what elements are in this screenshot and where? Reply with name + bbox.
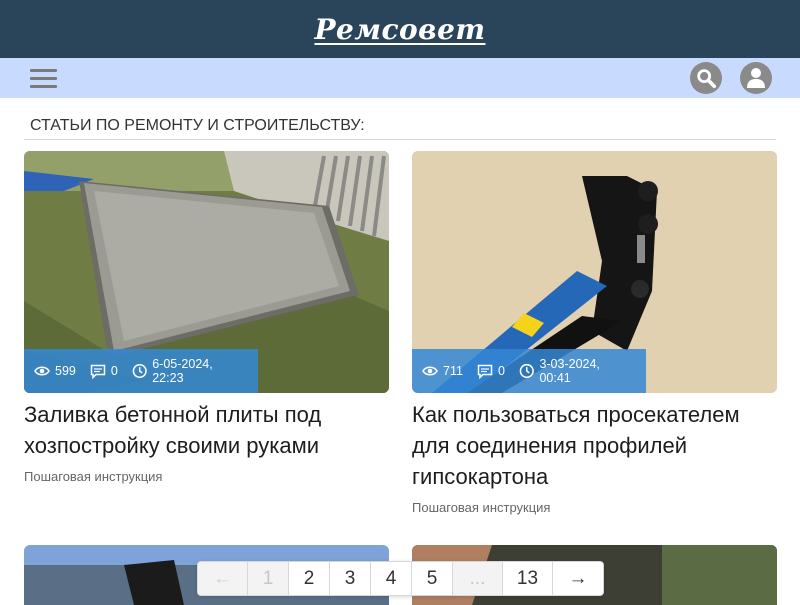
eye-icon xyxy=(422,366,438,376)
page-4[interactable]: 4 xyxy=(371,562,412,595)
comments-count: 0 xyxy=(110,364,118,378)
search-icon xyxy=(697,69,717,89)
eye-icon xyxy=(34,366,50,376)
article-card: 599 0 6-05-2024, 22:23 Заливка бетонной … xyxy=(24,151,389,484)
article-category[interactable]: Пошаговая инструкция xyxy=(24,469,389,484)
article-date: 6-05-2024, 22:23 xyxy=(152,357,213,385)
article-meta: 711 0 3-03-2024, 00:41 xyxy=(412,349,646,393)
page-5[interactable]: 5 xyxy=(412,562,453,595)
page-3[interactable]: 3 xyxy=(330,562,371,595)
page-13[interactable]: 13 xyxy=(503,562,553,595)
prev-page-button[interactable]: ← xyxy=(198,562,248,595)
page-1: 1 xyxy=(248,562,289,595)
section-title: СТАТЬИ ПО РЕМОНТУ И СТРОИТЕЛЬСТВУ: xyxy=(24,112,776,140)
user-button[interactable] xyxy=(740,62,772,94)
article-card: 711 0 3-03-2024, 00:41 Как пользоваться … xyxy=(412,151,777,515)
toolbar xyxy=(0,58,800,98)
user-icon xyxy=(747,68,765,88)
next-page-button[interactable]: → xyxy=(553,562,603,595)
article-title[interactable]: Как пользоваться просекателем для соедин… xyxy=(412,399,777,492)
article-title[interactable]: Заливка бетонной плиты под хозпостройку … xyxy=(24,399,389,461)
page-2[interactable]: 2 xyxy=(289,562,330,595)
search-button[interactable] xyxy=(690,62,722,94)
hamburger-menu-icon[interactable] xyxy=(30,69,57,89)
comments-count: 0 xyxy=(497,364,505,378)
pagination-ellipsis: ... xyxy=(453,562,503,595)
article-date: 3-03-2024, 00:41 xyxy=(539,357,600,385)
site-logo[interactable]: Ремсовет xyxy=(314,13,485,46)
comment-icon xyxy=(90,364,106,379)
article-thumbnail[interactable]: 711 0 3-03-2024, 00:41 xyxy=(412,151,777,393)
clock-icon xyxy=(132,363,147,379)
article-category[interactable]: Пошаговая инструкция xyxy=(412,500,777,515)
site-header: Ремсовет xyxy=(0,0,800,58)
comment-icon xyxy=(477,364,493,379)
clock-icon xyxy=(519,363,534,379)
article-meta: 599 0 6-05-2024, 22:23 xyxy=(24,349,258,393)
article-thumbnail[interactable]: 599 0 6-05-2024, 22:23 xyxy=(24,151,389,393)
views-count: 599 xyxy=(55,364,76,378)
pagination: ← 1 2 3 4 5 ... 13 → xyxy=(197,561,604,596)
views-count: 711 xyxy=(443,364,463,378)
